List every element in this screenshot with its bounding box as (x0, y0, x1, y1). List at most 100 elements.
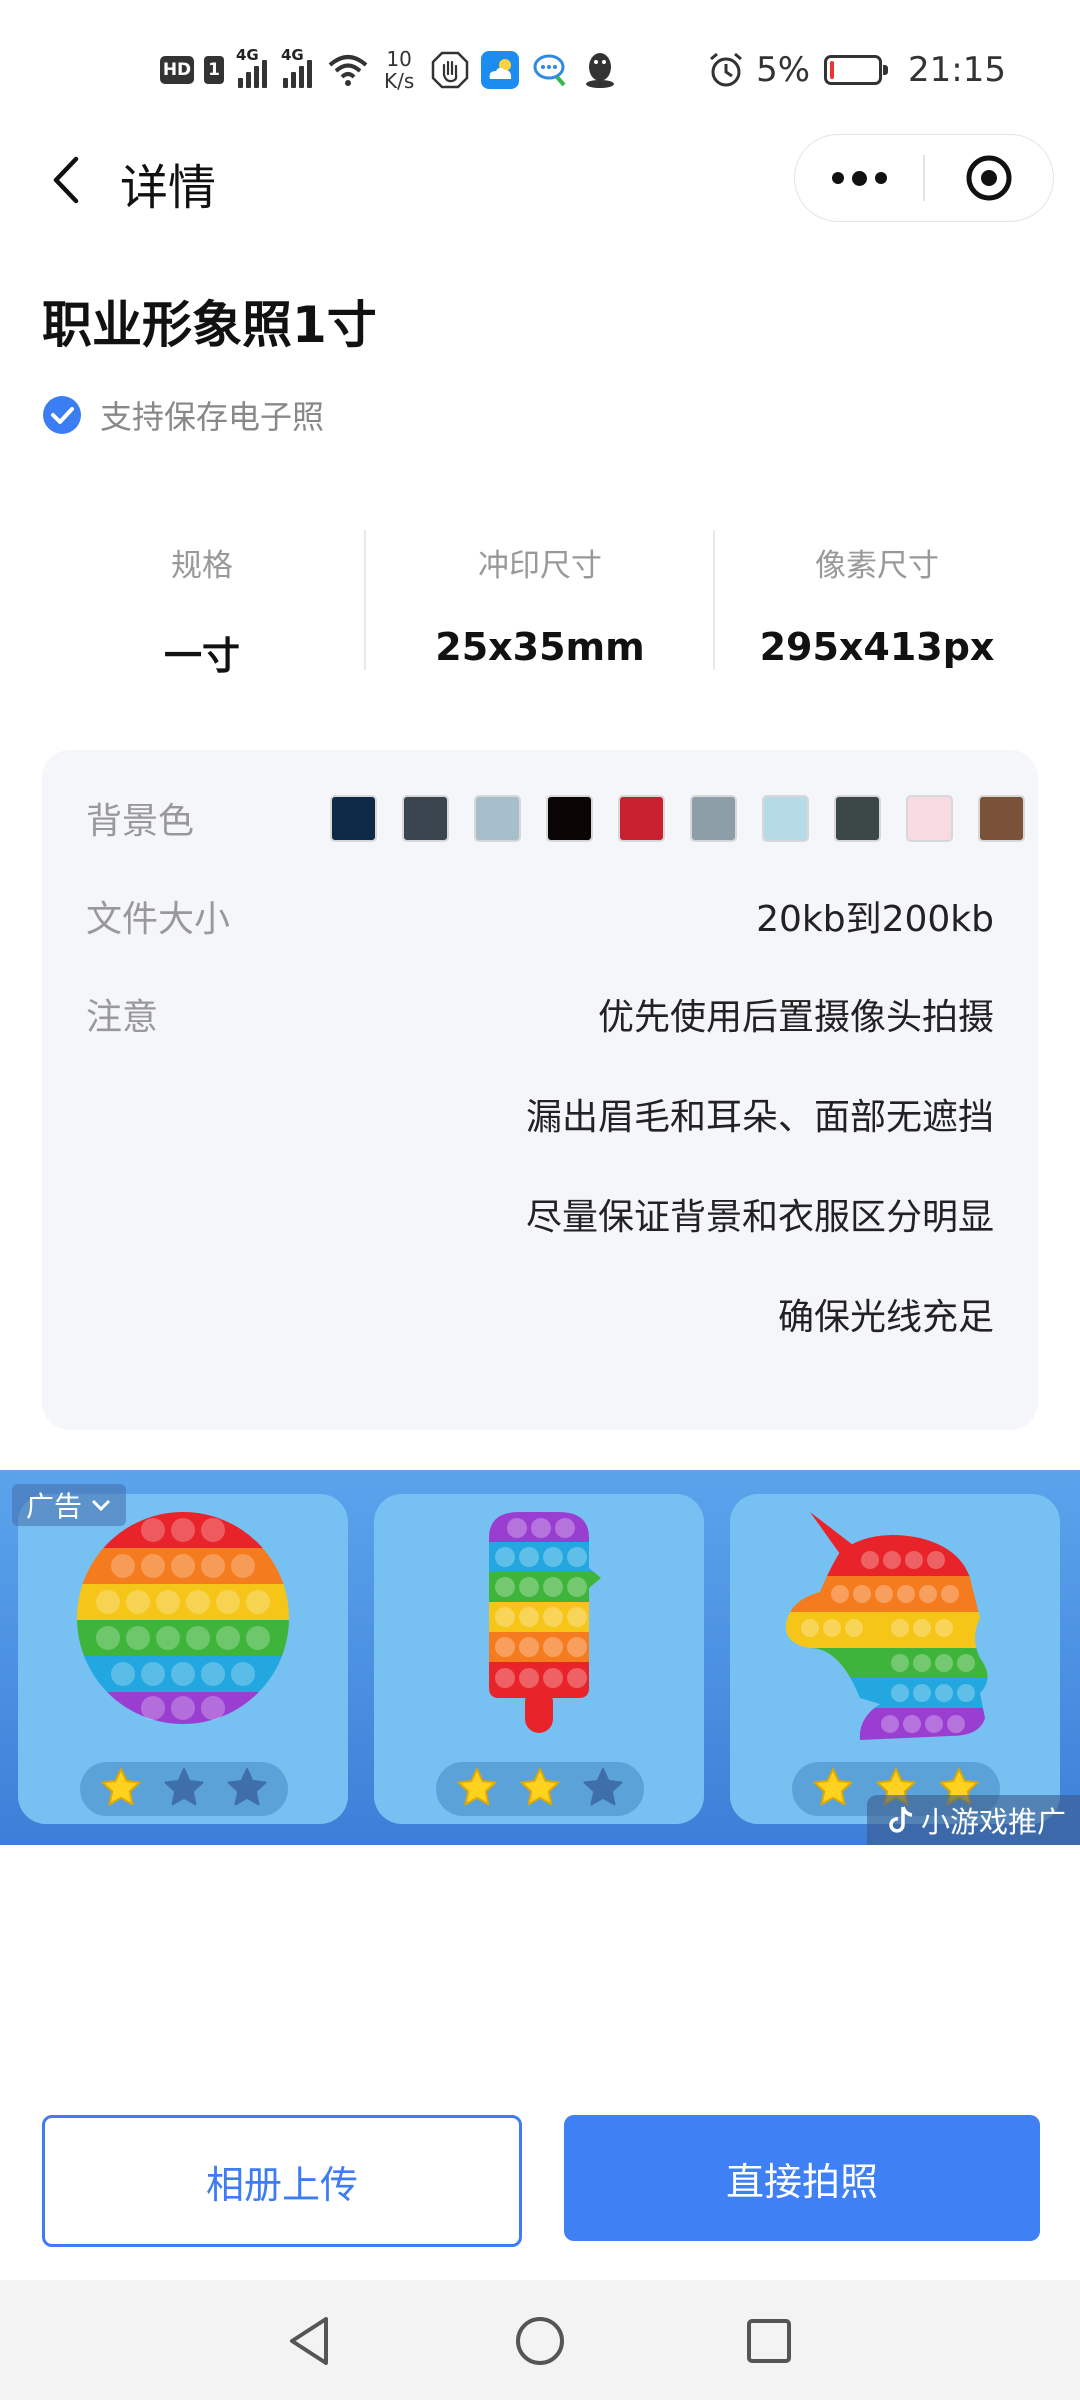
ad-tag-label: 广告 (26, 1490, 83, 1523)
spec-divider (364, 530, 366, 670)
star-empty-icon (582, 1767, 624, 1811)
home-circle-icon (516, 2317, 564, 2365)
target-circle-icon (966, 155, 1012, 201)
spec-value: 295x413px (759, 625, 995, 669)
album-upload-button[interactable]: 相册上传 (42, 2115, 522, 2247)
qq-penguin-icon (580, 50, 620, 90)
signal-icon: 4G (281, 46, 312, 88)
system-home-button[interactable] (505, 2306, 575, 2376)
info-card: 背景色 文件大小 20kb到200kb 注意 优先使用后置摄像头拍摄 漏出眉毛和… (42, 750, 1038, 1430)
star-filled-icon (812, 1767, 854, 1811)
bg-color-swatch[interactable] (330, 794, 377, 842)
bg-color-swatch[interactable] (474, 794, 521, 842)
ad-game-tile[interactable] (374, 1494, 704, 1824)
star-filled-icon (100, 1767, 142, 1811)
weather-icon (480, 50, 520, 90)
miniprogram-capsule (794, 134, 1054, 222)
signal-icon: 4G (236, 46, 267, 88)
system-nav-bar (0, 2280, 1080, 2400)
note-item: 尽量保证背景和衣服区分明显 (525, 1197, 994, 1238)
note-item: 漏出眉毛和耳朵、面部无遮挡 (525, 1097, 994, 1138)
system-recents-button[interactable] (734, 2306, 804, 2376)
unicorn-popit-image (785, 1512, 988, 1740)
battery-icon (824, 55, 889, 85)
hand-icon (430, 50, 470, 90)
bg-color-swatch[interactable] (978, 794, 1025, 842)
note-row: 注意 优先使用后置摄像头拍摄 (86, 984, 994, 1044)
network-speed: 10 K/s (384, 48, 414, 92)
bg-color-swatch[interactable] (906, 794, 953, 842)
spec-label: 规格 (171, 548, 233, 584)
note-item: 确保光线充足 (777, 1297, 994, 1338)
ad-promo-text: 小游戏推广 (920, 1805, 1066, 1839)
file-size-value: 20kb到200kb (756, 899, 994, 940)
support-row: 支持保存电子照 (42, 392, 324, 438)
circle-popit-image (77, 1512, 289, 1724)
star-empty-icon (163, 1767, 205, 1811)
spec-item: 规格 一寸 (34, 530, 370, 680)
bg-color-swatch[interactable] (618, 794, 665, 842)
close-button[interactable] (925, 135, 1053, 221)
ad-banner[interactable]: 广告 小游戏推广 (0, 1470, 1080, 1845)
note-row: 漏出眉毛和耳朵、面部无遮挡 (86, 1084, 994, 1144)
chevron-down-icon (91, 1499, 111, 1512)
star-empty-icon (226, 1767, 268, 1811)
music-note-icon (889, 1806, 913, 1833)
more-button[interactable] (795, 135, 923, 221)
spec-value: 一寸 (163, 634, 240, 678)
spec-row: 规格 一寸 冲印尺寸 25x35mm 像素尺寸 295x413px (0, 530, 1080, 680)
star-rating (436, 1762, 644, 1816)
nav-bar: 详情 (0, 130, 1080, 230)
note-row: 尽量保证背景和衣服区分明显 (86, 1184, 994, 1244)
file-size-label: 文件大小 (86, 899, 231, 940)
status-bar: HD 1 4G 4G 10 K/s 5% 21:15 (0, 0, 1080, 130)
star-filled-icon (519, 1767, 561, 1811)
network-label: 4G (281, 46, 304, 64)
spec-label: 像素尺寸 (815, 548, 939, 584)
wifi-icon (328, 50, 368, 90)
clock: 21:15 (908, 50, 1006, 90)
ad-game-tile[interactable] (730, 1494, 1060, 1824)
star-filled-icon (456, 1767, 498, 1811)
bg-color-swatch[interactable] (834, 794, 881, 842)
alarm-icon (706, 50, 746, 90)
bg-color-swatch[interactable] (762, 794, 809, 842)
star-rating (80, 1762, 288, 1816)
popsicle-popit-image (489, 1512, 601, 1733)
sim-badge: 1 (204, 56, 224, 84)
bg-color-swatch[interactable] (546, 794, 593, 842)
note-label: 注意 (86, 997, 159, 1038)
bg-color-swatch[interactable] (402, 794, 449, 842)
spec-value: 25x35mm (435, 625, 645, 669)
nav-title: 详情 (120, 160, 217, 216)
battery-percent: 5% (756, 50, 811, 90)
ad-game-tile[interactable] (18, 1494, 348, 1824)
speed-unit: K/s (384, 69, 415, 93)
status-right: 5% 21:15 (706, 40, 1006, 100)
chevron-left-icon (53, 156, 79, 204)
system-back-button[interactable] (274, 2306, 344, 2376)
ad-promo-label: 小游戏推广 (866, 1795, 1080, 1845)
spec-item: 冲印尺寸 25x35mm (372, 530, 708, 680)
bg-color-label: 背景色 (86, 801, 195, 842)
spec-label: 冲印尺寸 (478, 548, 602, 584)
bg-color-swatch[interactable] (690, 794, 737, 842)
page-title: 职业形象照1寸 (42, 296, 377, 354)
file-size-row: 文件大小 20kb到200kb (86, 886, 994, 946)
hd-badge: HD (160, 56, 194, 84)
network-label: 4G (236, 46, 259, 64)
note-row: 确保光线充足 (86, 1284, 994, 1344)
bg-color-swatches (330, 794, 1025, 842)
support-text: 支持保存电子照 (100, 398, 325, 436)
speed-value: 10 (386, 47, 412, 71)
check-circle-icon (43, 396, 81, 434)
note-item: 优先使用后置摄像头拍摄 (597, 997, 994, 1038)
bg-color-row: 背景色 (86, 788, 1025, 848)
ad-tag[interactable]: 广告 (12, 1484, 127, 1526)
back-button[interactable] (36, 150, 96, 210)
spec-item: 像素尺寸 295x413px (709, 530, 1045, 680)
back-triangle-icon (290, 2317, 328, 2365)
chat-icon (530, 50, 570, 90)
recents-square-icon (747, 2319, 791, 2363)
take-photo-button[interactable]: 直接拍照 (564, 2115, 1040, 2241)
